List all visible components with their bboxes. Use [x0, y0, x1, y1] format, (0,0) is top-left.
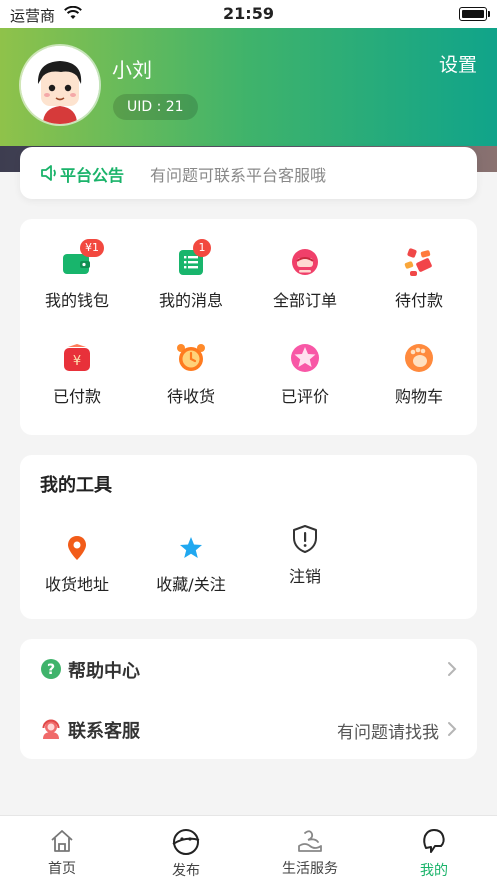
tab-publish-label: 发布 [172, 863, 200, 879]
status-bar: 运营商 21:59 [0, 0, 497, 28]
pending-payment-label: 待付款 [394, 291, 443, 310]
svg-text:¥: ¥ [73, 354, 81, 369]
all-orders-icon [292, 249, 318, 275]
message-badge: 1 [193, 239, 211, 257]
cartoon-boy-avatar-icon [21, 46, 99, 124]
bottom-tab-bar: 首页 发布 生活服务 我的 [0, 815, 497, 884]
avatar[interactable] [21, 46, 99, 124]
address-label: 收货地址 [44, 575, 109, 594]
platform-notice[interactable]: 平台公告 有问题可联系平台客服哦 [20, 147, 477, 199]
customer-service-icon [42, 719, 60, 739]
wallet-entry[interactable]: ¥1 我的钱包 [20, 239, 134, 311]
tab-life-service[interactable]: 生活服务 [248, 816, 372, 884]
pending-payment-icon [404, 248, 432, 276]
customer-service-label: 联系客服 [68, 721, 140, 742]
reviewed-entry[interactable]: 已评价 [248, 341, 362, 407]
home-icon [51, 830, 73, 852]
help-center-row[interactable]: ? 帮助中心 [20, 639, 477, 699]
pending-payment-entry[interactable]: 待付款 [362, 245, 476, 311]
tab-publish[interactable]: 发布 [124, 816, 248, 884]
message-label: 我的消息 [158, 291, 223, 310]
paid-icon: ¥ [64, 344, 90, 371]
all-orders-label: 全部订单 [272, 291, 337, 310]
customer-service-hint: 有问题请找我 [337, 723, 439, 743]
reviewed-label: 已评价 [280, 387, 329, 406]
tools-panel: 我的工具 收货地址 收藏/关注 注销 [20, 455, 477, 619]
awaiting-delivery-label: 待收货 [166, 387, 215, 406]
chevron-right-icon [448, 662, 457, 676]
favorites-label: 收藏/关注 [156, 575, 226, 594]
deregister-label: 注销 [288, 567, 321, 586]
status-time: 21:59 [223, 4, 274, 23]
megaphone-icon [41, 165, 56, 181]
chevron-right-icon [448, 722, 457, 736]
tools-title: 我的工具 [40, 475, 112, 496]
life-service-icon [298, 830, 322, 852]
cart-entry[interactable]: 购物车 [362, 341, 476, 407]
deregister-entry[interactable]: 注销 [248, 523, 362, 587]
wallet-label: 我的钱包 [44, 291, 109, 310]
svg-text:?: ? [47, 662, 55, 678]
awaiting-delivery-entry[interactable]: 待收货 [134, 341, 248, 407]
cart-label: 购物车 [394, 387, 443, 406]
notice-title: 平台公告 [60, 166, 125, 185]
location-pin-icon [68, 536, 86, 560]
all-orders-entry[interactable]: 全部订单 [248, 245, 362, 311]
tab-life-service-label: 生活服务 [282, 861, 338, 877]
uid-badge: UID : 21 [113, 94, 198, 120]
tab-profile[interactable]: 我的 [372, 816, 496, 884]
tab-home[interactable]: 首页 [0, 816, 124, 884]
alarm-clock-icon [177, 344, 205, 371]
user-name: 小刘 [112, 58, 152, 82]
customer-service-row[interactable]: 联系客服 有问题请找我 [20, 699, 477, 759]
settings-button[interactable]: 设置 [439, 50, 477, 77]
star-icon [180, 537, 202, 558]
message-entry[interactable]: 1 我的消息 [134, 239, 248, 311]
order-panel: ¥1 我的钱包 1 我的消息 全部订单 待付款 ¥ 已付款 待收货 已评价 购物… [20, 219, 477, 435]
profile-icon [423, 829, 445, 853]
wallet-badge: ¥1 [80, 239, 104, 257]
favorites-entry[interactable]: 收藏/关注 [134, 533, 248, 595]
address-entry[interactable]: 收货地址 [20, 533, 134, 595]
star-review-icon [291, 344, 319, 372]
battery-icon [459, 7, 490, 21]
tab-profile-label: 我的 [420, 863, 448, 879]
notice-text: 有问题可联系平台客服哦 [150, 166, 327, 185]
tab-home-label: 首页 [48, 861, 76, 877]
paid-label: 已付款 [52, 387, 101, 406]
shield-alert-icon [293, 525, 317, 553]
help-center-label: 帮助中心 [68, 661, 140, 682]
question-icon: ? [41, 659, 61, 679]
paid-entry[interactable]: ¥ 已付款 [20, 341, 134, 407]
shopping-cart-icon [405, 344, 433, 372]
publish-icon [172, 829, 200, 855]
links-panel: ? 帮助中心 联系客服 有问题请找我 [20, 639, 477, 759]
